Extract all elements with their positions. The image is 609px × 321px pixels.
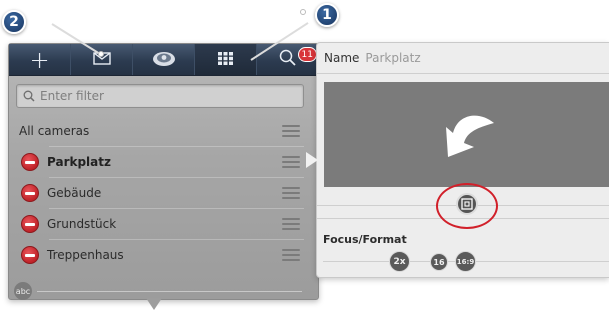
callout-badge-1: 1 (315, 3, 339, 27)
popover-arrow (306, 152, 318, 168)
camera-label: Gebäude (47, 186, 102, 200)
remove-camera-icon[interactable] (21, 215, 39, 233)
name-row: Name Parkplatz (324, 51, 421, 65)
drag-handle-icon[interactable] (282, 218, 300, 230)
camera-list-panel: + 11 Enter filter All cameras Parkplatz … (8, 43, 319, 300)
camera-label: Grundstück (47, 217, 117, 231)
camera-item[interactable]: Treppenhaus (9, 240, 318, 270)
email-button[interactable] (71, 44, 133, 75)
filter-input[interactable] (40, 89, 280, 103)
camera-properties-panel: Name Parkplatz Focus/Format 2x 16 16:9 (316, 42, 609, 278)
focus-format-label: Focus/Format (323, 233, 407, 246)
camera-item[interactable]: Gebäude (9, 178, 318, 208)
name-label: Name (324, 51, 360, 65)
drag-handle-icon[interactable] (282, 156, 300, 168)
notification-badge: 11 (297, 47, 317, 62)
popover-arrow (146, 298, 162, 310)
plus-icon: + (29, 45, 50, 74)
sort-abc-button[interactable]: abc (14, 282, 32, 300)
search-icon (279, 49, 297, 71)
name-field[interactable]: Parkplatz (365, 51, 420, 65)
remove-camera-icon[interactable] (21, 184, 39, 202)
callout-dot (98, 51, 104, 57)
search-icon (23, 87, 35, 106)
toolbar: + 11 (9, 44, 318, 76)
divider (37, 291, 302, 292)
camera-label: Parkplatz (47, 155, 111, 169)
callout-badge-2: 2 (2, 10, 26, 34)
grid-icon (218, 50, 233, 69)
zoom-2x-button[interactable]: 2x (389, 251, 410, 272)
camera-label: Treppenhaus (47, 248, 124, 262)
callout-dot (300, 9, 306, 15)
camera-item[interactable]: Grundstück (9, 209, 318, 239)
curved-arrow-icon (436, 109, 498, 161)
drag-handle-icon[interactable] (282, 249, 300, 261)
format-16-button[interactable]: 16 (430, 253, 448, 271)
remove-camera-icon[interactable] (21, 246, 39, 264)
all-cameras-label: All cameras (19, 124, 90, 138)
camera-item[interactable]: Parkplatz (9, 147, 318, 177)
add-camera-button[interactable]: + (9, 44, 71, 75)
camera-preview[interactable] (324, 82, 609, 187)
screenshot-stage: + 11 Enter filter All cameras Parkplatz … (0, 0, 609, 321)
drag-handle-icon[interactable] (282, 187, 300, 199)
filter-field[interactable] (16, 84, 304, 108)
highlight-circle (436, 183, 498, 229)
format-16-9-button[interactable]: 16:9 (455, 251, 476, 272)
grid-layout-button[interactable] (195, 44, 257, 75)
remove-camera-icon[interactable] (21, 153, 39, 171)
dome-camera-icon (152, 49, 176, 71)
divider (317, 73, 609, 74)
camera-view-button[interactable] (133, 44, 195, 75)
list-item-all-cameras[interactable]: All cameras (9, 116, 318, 146)
drag-handle-icon[interactable] (282, 125, 300, 137)
